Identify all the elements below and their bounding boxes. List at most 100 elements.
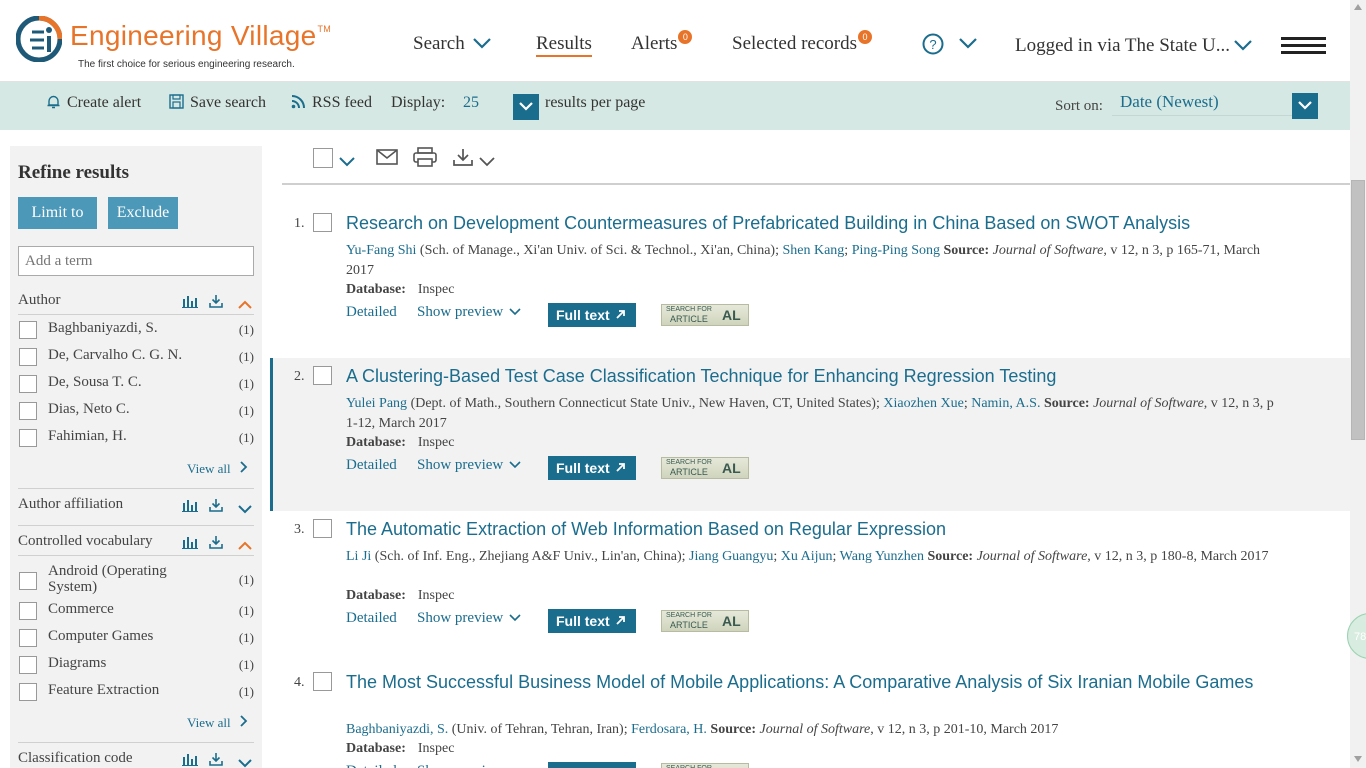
chevron-down-icon[interactable]	[238, 755, 252, 768]
full-text-button[interactable]: Full text	[548, 303, 636, 327]
full-text-button[interactable]: Full text	[548, 762, 636, 768]
download-icon[interactable]	[209, 535, 223, 554]
download-icon[interactable]	[209, 752, 223, 768]
nav-help[interactable]: ?	[922, 32, 977, 55]
show-preview-link[interactable]: Show preview	[417, 304, 521, 321]
scroll-up-arrow-icon[interactable]	[1354, 4, 1362, 10]
facet-checkbox[interactable]	[19, 375, 37, 393]
show-preview-link[interactable]: Show preview	[417, 610, 521, 627]
facet-checkbox[interactable]	[19, 683, 37, 701]
chevron-down-icon[interactable]	[238, 501, 252, 519]
author-link[interactable]: Wang Yunzhen	[840, 549, 924, 564]
author-link[interactable]: Xiaozhen Xue	[883, 396, 963, 411]
facet-checkbox[interactable]	[19, 348, 37, 366]
controlled-vocabulary-facet-header[interactable]: Controlled vocabulary	[18, 533, 153, 550]
divider	[18, 314, 254, 315]
result-checkbox[interactable]	[313, 672, 332, 691]
author-link[interactable]: Shen Kang	[782, 243, 844, 258]
result-number: 2.	[294, 369, 305, 384]
show-preview-link[interactable]: Show preview	[417, 457, 521, 474]
result-checkbox[interactable]	[313, 519, 332, 538]
limit-to-button[interactable]: Limit to	[18, 197, 97, 229]
chevron-up-icon[interactable]	[238, 537, 252, 555]
search-for-article-button[interactable]: SEARCH FOR ARTICLE AL	[661, 304, 749, 326]
help-circle-icon: ?	[922, 33, 944, 55]
display-count-value[interactable]: 25	[463, 94, 479, 112]
result-list-tools	[282, 140, 1350, 185]
download-icon[interactable]	[453, 148, 473, 171]
detailed-link[interactable]: Detailed	[346, 763, 397, 768]
show-preview-link[interactable]: Show preview	[417, 763, 503, 768]
alerts-count-badge: 0	[678, 30, 693, 44]
download-icon[interactable]	[209, 294, 223, 313]
scrollbar-thumb[interactable]	[1351, 180, 1365, 440]
facet-checkbox[interactable]	[19, 429, 37, 447]
chevron-up-icon[interactable]	[238, 296, 252, 314]
author-link[interactable]: Namin, A.S.	[971, 396, 1040, 411]
detailed-link[interactable]: Detailed	[346, 304, 397, 321]
nav-search[interactable]: Search	[413, 33, 491, 55]
create-alert-button[interactable]: Create alert	[46, 94, 141, 112]
result-checkbox[interactable]	[313, 213, 332, 232]
author-link[interactable]: Baghbaniyazdi, S.	[346, 722, 448, 737]
author-link[interactable]: Ping-Ping Song	[852, 243, 940, 258]
chevron-down-icon[interactable]	[339, 154, 355, 172]
bar-chart-icon[interactable]	[182, 498, 198, 517]
select-all-checkbox[interactable]	[313, 148, 333, 173]
full-text-button[interactable]: Full text	[548, 609, 636, 633]
result-checkbox[interactable]	[313, 366, 332, 385]
facet-checkbox[interactable]	[19, 572, 37, 590]
display-count-dropdown[interactable]	[513, 94, 539, 120]
scroll-down-arrow-icon[interactable]	[1354, 756, 1362, 762]
bar-chart-icon[interactable]	[182, 535, 198, 554]
facet-checkbox[interactable]	[19, 656, 37, 674]
search-for-article-button[interactable]: SEARCH FOR	[661, 763, 749, 768]
facet-checkbox[interactable]	[19, 629, 37, 647]
nav-results[interactable]: Results	[536, 33, 592, 57]
author-link[interactable]: Jiang Guangyu	[689, 549, 773, 564]
facet-checkbox[interactable]	[19, 321, 37, 339]
author-link[interactable]: Yu-Fang Shi	[346, 243, 416, 258]
author-affiliation-facet-header[interactable]: Author affiliation	[18, 496, 123, 513]
detailed-link[interactable]: Detailed	[346, 610, 397, 627]
engineering-village-logo[interactable]	[16, 16, 62, 62]
chevron-down-icon[interactable]	[479, 154, 495, 172]
facet-checkbox[interactable]	[19, 602, 37, 620]
detailed-link[interactable]: Detailed	[346, 457, 397, 474]
author-link[interactable]: Xu Aijun	[781, 549, 833, 564]
add-term-input[interactable]	[18, 246, 254, 276]
bar-chart-icon[interactable]	[182, 752, 198, 768]
print-icon[interactable]	[413, 147, 437, 172]
vocab-view-all-link[interactable]: View all	[187, 715, 248, 731]
download-icon[interactable]	[209, 498, 223, 517]
result-title-link[interactable]: A Clustering-Based Test Case Classificat…	[346, 366, 1266, 386]
classification-code-facet-header[interactable]: Classification code	[18, 750, 133, 767]
exclude-button[interactable]: Exclude	[108, 197, 178, 229]
save-search-button[interactable]: Save search	[169, 94, 266, 112]
sort-select[interactable]: Date (Newest)	[1112, 92, 1292, 116]
search-for-article-button[interactable]: SEARCH FOR ARTICLE AL	[661, 610, 749, 632]
search-for-article-button[interactable]: SEARCH FOR ARTICLE AL	[661, 457, 749, 479]
result-title-link[interactable]: Research on Development Countermeasures …	[346, 213, 1266, 233]
author-link[interactable]: Ferdosara, H.	[631, 722, 707, 737]
nav-selected-records[interactable]: Selected records 0	[732, 30, 873, 55]
author-link[interactable]: Li Ji	[346, 549, 371, 564]
rss-feed-button[interactable]: RSS feed	[291, 94, 372, 112]
app-header: Engineering VillageTM The first choice f…	[0, 0, 1350, 82]
bar-chart-icon[interactable]	[182, 294, 198, 313]
result-title-link[interactable]: The Automatic Extraction of Web Informat…	[346, 519, 1266, 539]
logo-title[interactable]: Engineering VillageTM	[70, 20, 331, 52]
menu-icon[interactable]	[1281, 37, 1326, 55]
facet-checkbox[interactable]	[19, 402, 37, 420]
author-view-all-link[interactable]: View all	[187, 461, 248, 477]
author-facet-tools	[182, 294, 254, 310]
author-link[interactable]: Yulei Pang	[346, 396, 407, 411]
nav-alerts[interactable]: Alerts 0	[631, 30, 693, 55]
full-text-button[interactable]: Full text	[548, 456, 636, 480]
nav-login[interactable]: Logged in via The State U...	[1015, 35, 1252, 57]
result-title-link[interactable]: The Most Successful Business Model of Mo…	[346, 672, 1266, 692]
sort-dropdown[interactable]	[1292, 93, 1318, 119]
author-facet-header[interactable]: Author	[18, 292, 61, 309]
external-link-icon	[616, 463, 625, 472]
email-icon[interactable]	[376, 149, 398, 170]
